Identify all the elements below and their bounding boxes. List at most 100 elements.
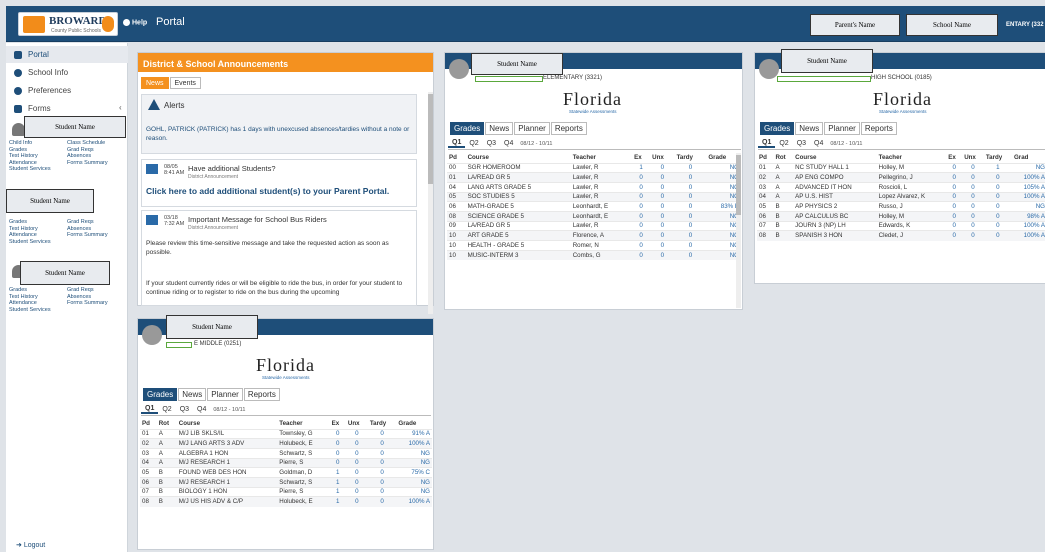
table-row[interactable]: 09 LA/READ GR 5 Lawler, R 0 0 0 NG xyxy=(447,220,741,231)
link-forms-summary[interactable]: Forms Summary xyxy=(67,232,108,238)
tab-grades[interactable]: Grades xyxy=(760,122,795,135)
link-grad-reqs[interactable]: Grad Reqs xyxy=(67,147,94,153)
table-row[interactable]: 01 LA/READ GR 5 Lawler, R 0 0 0 NG xyxy=(447,172,741,183)
logout-button[interactable]: ➜ Logout xyxy=(16,541,45,549)
tab-q3[interactable]: Q3 xyxy=(793,140,810,147)
student-name-box[interactable]: Student Name xyxy=(166,315,258,339)
school-name-box[interactable]: School Name xyxy=(906,14,998,36)
broward-logo[interactable]: BROWARD County Public Schools xyxy=(18,12,118,36)
table-row[interactable]: 04 LANG ARTS GRADE 5 Lawler, R 0 0 0 NG xyxy=(447,181,741,193)
student-name-box[interactable]: Student Name xyxy=(24,116,126,138)
add-student-link[interactable]: Click here to add additional student(s) … xyxy=(146,186,389,196)
grade-cell[interactable]: NG xyxy=(1011,162,1045,173)
table-row[interactable]: 06 B AP CALCULUS BC Holley, M 0 0 0 98% A xyxy=(757,210,1045,222)
tab-grades[interactable]: Grades xyxy=(143,388,178,401)
table-row[interactable]: 07 B BIOLOGY 1 HON Pierre, S 1 0 0 NG xyxy=(140,486,432,497)
link-forms-summary[interactable]: Forms Summary xyxy=(67,160,108,166)
grade-cell[interactable]: NG xyxy=(396,476,432,488)
tab-news[interactable]: News xyxy=(485,122,514,135)
grade-cell[interactable]: 100% A xyxy=(1011,230,1045,241)
table-row[interactable]: 06 MATH-GRADE 5 Leonhardt, E 0 0 0 83% B xyxy=(447,201,741,212)
table-row[interactable]: 10 ART GRADE 5 Florence, A 0 0 0 NG xyxy=(447,230,741,241)
table-row[interactable]: 10 MUSIC-INTERM 3 Combs, G 0 0 0 NG xyxy=(447,249,741,260)
help-button[interactable]: Help xyxy=(123,19,147,26)
tab-q4[interactable]: Q4 xyxy=(193,406,210,413)
tab-reports[interactable]: Reports xyxy=(860,122,897,135)
table-row[interactable]: 05 B FOUND WEB DES HON Goldman, D 1 0 0 75% C xyxy=(140,467,432,478)
link-attendance[interactable]: Attendance xyxy=(9,232,67,239)
collapse-chevron-icon[interactable]: ‹ xyxy=(119,103,122,112)
grade-cell[interactable]: 100% A xyxy=(396,438,432,449)
grade-cell[interactable]: NG xyxy=(1011,201,1045,212)
grade-cell[interactable]: 100% A xyxy=(1011,172,1045,183)
table-row[interactable]: 10 HEALTH - GRADE 5 Romer, N 0 0 0 NG xyxy=(447,240,741,251)
parent-name-box[interactable]: Parent's Name xyxy=(810,14,900,36)
table-row[interactable]: 08 B M/J US HIS ADV & C/P Holubeck, E 1 0 0 100… xyxy=(140,496,432,507)
link-student-services[interactable]: Student Services xyxy=(9,307,108,314)
tab-planner[interactable]: Planner xyxy=(824,122,860,135)
table-row[interactable]: 00 SGR HOMEROOM Lawler, R 1 0 0 NG xyxy=(447,162,741,173)
student-name-box[interactable]: Student Name xyxy=(6,189,94,213)
tab-q2[interactable]: Q2 xyxy=(465,140,482,147)
sidebar-item-forms[interactable]: Forms xyxy=(6,100,128,117)
table-row[interactable]: 04 A AP U.S. HIST Lopez Alvarez, K 0 0 0 100% A xyxy=(757,191,1045,202)
alert-message[interactable]: GOHL, PATRICK (PATRICK) has 1 days with … xyxy=(146,125,414,143)
tab-q3[interactable]: Q3 xyxy=(176,406,193,413)
table-row[interactable]: 01 A NC STUDY HALL 1 Holley, M 0 0 1 NG xyxy=(757,162,1045,173)
tab-q1[interactable]: Q1 xyxy=(758,139,776,148)
tab-reports[interactable]: Reports xyxy=(243,388,280,401)
link-absences[interactable]: Absences xyxy=(67,294,91,300)
sidebar-item-school-info[interactable]: School Info xyxy=(6,64,128,81)
student-name-box[interactable]: Student Name xyxy=(20,261,110,285)
tab-q2[interactable]: Q2 xyxy=(775,140,792,147)
table-row[interactable]: 04 A M/J RESEARCH 1 Pierre, S 0 0 0 NG xyxy=(140,457,432,468)
tab-news[interactable]: News xyxy=(178,388,207,401)
link-attendance[interactable]: Attendance xyxy=(9,300,67,307)
tab-reports[interactable]: Reports xyxy=(550,122,587,135)
link-student-services[interactable]: Student Services xyxy=(9,166,108,173)
tab-q2[interactable]: Q2 xyxy=(158,406,175,413)
sidebar-item-portal[interactable]: Portal xyxy=(6,46,128,63)
tab-grades[interactable]: Grades xyxy=(450,122,485,135)
tab-q4[interactable]: Q4 xyxy=(810,140,827,147)
card-scrollbar[interactable] xyxy=(736,153,741,308)
grade-cell[interactable]: NG xyxy=(396,457,432,468)
table-row[interactable]: 08 SCIENCE GRADE 5 Leonhardt, E 0 0 0 NG xyxy=(447,210,741,222)
link-grad-reqs[interactable]: Grad Reqs xyxy=(67,287,94,293)
table-row[interactable]: 05 SOC STUDIES 5 Lawler, R 0 0 0 NG xyxy=(447,191,741,202)
table-row[interactable]: 07 B JOURN 3 (NP) LH Edwards, K 0 0 0 100% A xyxy=(757,220,1045,231)
tab-events[interactable]: Events xyxy=(169,77,201,89)
table-row[interactable]: 03 A ALGEBRA 1 HON Schwartz, S 0 0 0 NG xyxy=(140,447,432,459)
scroll-thumb[interactable] xyxy=(736,155,741,215)
grade-cell[interactable]: 75% C xyxy=(396,467,432,478)
table-row[interactable]: 01 A M/J LIB SKLS/IL Townsley, G 0 0 0 91% A xyxy=(140,428,432,439)
grade-cell[interactable]: 100% A xyxy=(1011,220,1045,231)
scroll-thumb[interactable] xyxy=(428,94,433,184)
tab-q1[interactable]: Q1 xyxy=(141,405,159,414)
tab-planner[interactable]: Planner xyxy=(207,388,243,401)
table-row[interactable]: 08 B SPANISH 3 HON Cledet, J 0 0 0 100% A xyxy=(757,230,1045,241)
table-row[interactable]: 02 A M/J LANG ARTS 3 ADV Holubeck, E 0 0 0 100%… xyxy=(140,438,432,449)
grade-cell[interactable]: NG xyxy=(396,447,432,459)
link-student-services[interactable]: Student Services xyxy=(9,239,108,246)
sidebar-item-preferences[interactable]: Preferences xyxy=(6,82,128,99)
student-name-box[interactable]: Student Name xyxy=(781,49,873,73)
link-absences[interactable]: Absences xyxy=(67,226,91,232)
link-class-schedule[interactable]: Class Schedule xyxy=(67,140,105,146)
table-row[interactable]: 06 B M/J RESEARCH 1 Schwartz, S 1 0 0 NG xyxy=(140,476,432,488)
table-row[interactable]: 05 B AP PHYSICS 2 Russo, J 0 0 0 NG xyxy=(757,201,1045,212)
tab-news[interactable]: News xyxy=(141,77,169,89)
announcements-scrollbar[interactable] xyxy=(428,92,433,314)
link-absences[interactable]: Absences xyxy=(67,153,91,159)
link-forms-summary[interactable]: Forms Summary xyxy=(67,300,108,306)
tab-news[interactable]: News xyxy=(795,122,824,135)
grade-cell[interactable]: 105% A xyxy=(1011,181,1045,193)
tab-planner[interactable]: Planner xyxy=(514,122,550,135)
student-name-box[interactable]: Student Name xyxy=(471,53,563,75)
school-dropdown-text[interactable]: ENTARY (332 xyxy=(1006,22,1044,28)
table-row[interactable]: 03 A ADVANCED IT HON Roscioli, L 0 0 0 105% A xyxy=(757,181,1045,193)
tab-q4[interactable]: Q4 xyxy=(500,140,517,147)
grade-cell[interactable]: 100% A xyxy=(396,496,432,507)
grade-cell[interactable]: 100% A xyxy=(1011,191,1045,202)
link-grad-reqs[interactable]: Grad Reqs xyxy=(67,219,94,225)
